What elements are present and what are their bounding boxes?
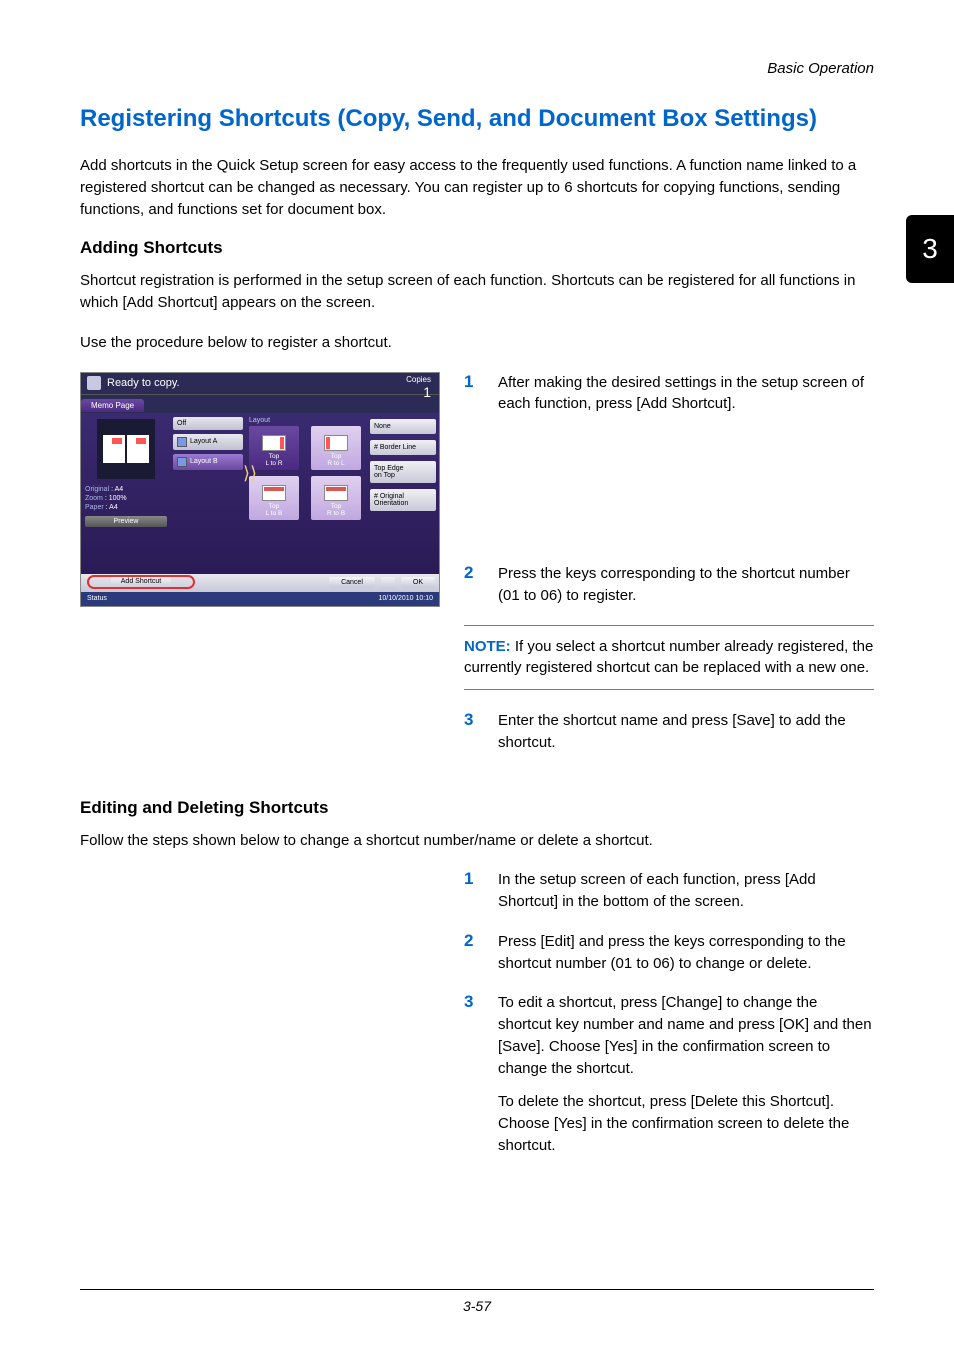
keypad-icon[interactable]	[381, 577, 395, 589]
edit-step-1-number: 1	[464, 869, 480, 913]
copy-icon	[87, 376, 101, 390]
document-info: Original : A4 Zoom : 100% Paper : A4	[85, 485, 167, 512]
page-number: 3-57	[0, 1298, 954, 1314]
editing-heading: Editing and Deleting Shortcuts	[80, 798, 874, 818]
note-box: NOTE: If you select a shortcut number al…	[464, 625, 874, 691]
footer-rule	[80, 1289, 874, 1290]
edit-step-2-text: Press [Edit] and press the keys correspo…	[498, 931, 874, 975]
device-screenshot: Ready to copy. Copies 1 Memo Page	[80, 372, 440, 607]
border-line-button[interactable]: # Border Line	[370, 440, 436, 455]
top-edge-button[interactable]: Top Edgeon Top	[370, 461, 436, 483]
edit-step-1-text: In the setup screen of each function, pr…	[498, 869, 874, 913]
screen-title: Ready to copy.	[107, 377, 180, 389]
option-layout-b[interactable]: Layout B	[173, 454, 243, 470]
expand-arrow-icon[interactable]: ⟩⟩	[243, 463, 257, 484]
step-3-text: Enter the shortcut name and press [Save]…	[498, 710, 874, 754]
adding-p2: Use the procedure below to register a sh…	[80, 332, 874, 354]
intro-paragraph: Add shortcuts in the Quick Setup screen …	[80, 155, 874, 220]
orientation-button[interactable]: # OriginalOrientation	[370, 489, 436, 511]
preview-button[interactable]: Preview	[85, 516, 167, 527]
add-shortcut-highlight: Add Shortcut	[87, 575, 195, 589]
note-label: NOTE:	[464, 638, 511, 655]
border-none-button[interactable]: None	[370, 419, 436, 434]
step-1-number: 1	[464, 372, 480, 416]
page-title: Registering Shortcuts (Copy, Send, and D…	[80, 105, 874, 133]
copies-label: Copies	[406, 375, 431, 384]
edit-step-2-number: 2	[464, 931, 480, 975]
status-label[interactable]: Status	[87, 595, 107, 602]
copies-value: 1	[406, 384, 431, 400]
layout-label: Layout	[249, 417, 363, 424]
memo-page-tab[interactable]: Memo Page	[81, 399, 144, 412]
step-2-text: Press the keys corresponding to the shor…	[498, 563, 874, 607]
editing-intro: Follow the steps shown below to change a…	[80, 830, 874, 852]
adding-p1: Shortcut registration is performed in th…	[80, 270, 874, 314]
add-shortcut-button[interactable]: Add Shortcut	[111, 577, 171, 586]
step-1-text: After making the desired settings in the…	[498, 372, 874, 416]
option-off[interactable]: Off	[173, 417, 243, 430]
preview-area	[97, 419, 155, 479]
cancel-button[interactable]: Cancel	[329, 577, 375, 588]
step-3-number: 3	[464, 710, 480, 754]
status-timestamp: 10/10/2010 10:10	[379, 595, 434, 602]
layout-top-r-to-l[interactable]: TopR to L	[311, 426, 361, 470]
adding-heading: Adding Shortcuts	[80, 238, 874, 258]
chapter-tab: 3	[906, 215, 954, 283]
step-2-number: 2	[464, 563, 480, 607]
option-layout-a[interactable]: Layout A	[173, 434, 243, 450]
status-bar: Status 10/10/2010 10:10	[81, 592, 439, 606]
layout-top-r-to-b[interactable]: TopR to B	[311, 476, 361, 520]
note-text: If you select a shortcut number already …	[464, 638, 873, 677]
edit-step-3-number: 3	[464, 992, 480, 1156]
edit-step-3-text: To edit a shortcut, press [Change] to ch…	[498, 992, 874, 1156]
ok-button[interactable]: OK	[401, 577, 435, 588]
running-header: Basic Operation	[80, 60, 874, 77]
